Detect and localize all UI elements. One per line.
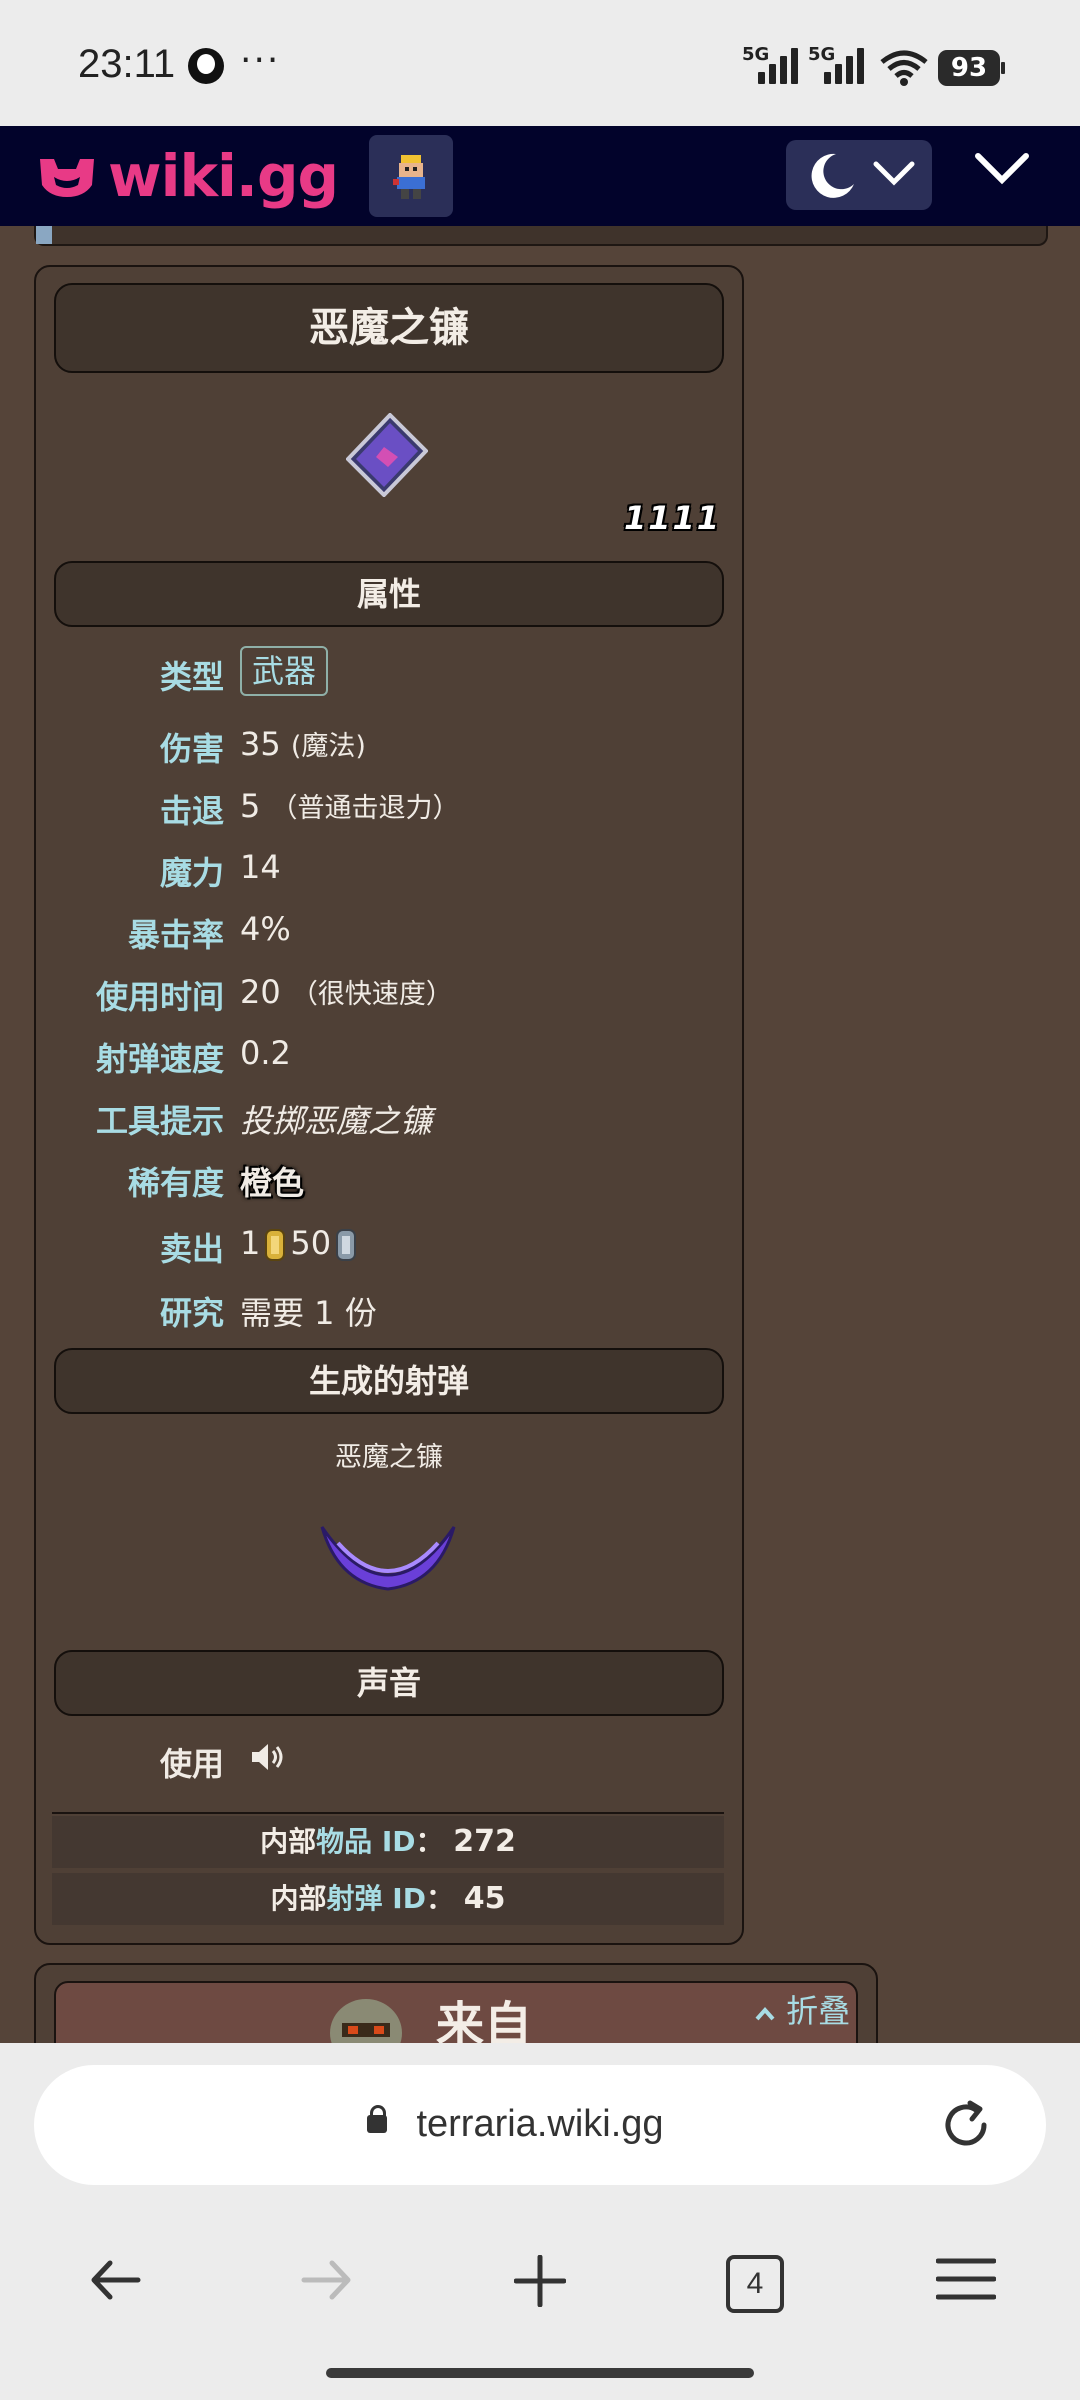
section-projectile: 生成的射弹	[54, 1348, 724, 1414]
internal-projectile-id: 内部射弹 ID： 45	[52, 1873, 724, 1925]
wiki-logo-text: wiki.gg	[108, 142, 339, 210]
user-avatar-button[interactable]	[369, 135, 453, 217]
research-value: 需要 1 份	[240, 1294, 377, 1332]
silver-amount: 50	[290, 1224, 332, 1262]
row-sell: 卖出 1 50	[36, 1224, 742, 1274]
row-label: 暴击率	[127, 916, 224, 954]
wiki-header: wiki.gg	[0, 126, 1080, 226]
silver-coin-icon	[336, 1229, 357, 1261]
row-label: 击退	[159, 792, 224, 830]
new-tab-icon[interactable]	[514, 2255, 566, 2307]
collapse-label: 折叠	[786, 1992, 851, 2030]
row-label: 工具提示	[95, 1102, 224, 1140]
section-sound: 声音	[54, 1650, 724, 1716]
projectile-name: 恶魔之镰	[335, 1442, 443, 1473]
row-research: 研究 需要 1 份	[36, 1288, 742, 1338]
type-tag-link[interactable]: 武器	[240, 646, 329, 696]
status-time: 23:11	[78, 42, 176, 86]
row-value-note: (魔法)	[290, 731, 366, 762]
row-label: 稀有度	[127, 1164, 224, 1202]
moon-icon	[811, 153, 854, 198]
id-value: 272	[453, 1824, 516, 1859]
demon-scythe-projectile-icon	[320, 1526, 456, 1591]
row-label: 使用时间	[95, 978, 224, 1016]
row-tooltip: 工具提示 投掷恶魔之镰	[36, 1096, 742, 1146]
row-label: 类型	[159, 658, 224, 696]
chevron-down-icon	[873, 161, 915, 186]
reload-icon[interactable]	[938, 2097, 994, 2153]
qq-notification-icon	[188, 48, 224, 84]
avatar-icon	[393, 155, 425, 199]
gold-coin-icon	[265, 1229, 286, 1261]
speaker-icon[interactable]	[250, 1741, 286, 1773]
signal-icon	[758, 44, 804, 84]
id-prefix: 内部	[260, 1825, 317, 1858]
row-knockback: 击退 5 （普通击退力）	[36, 786, 742, 836]
item-infobox: 恶魔之镰 1111 属性 类型 武器 伤害 35 (魔法) 击退 5 （普通击退…	[34, 265, 744, 1945]
id-link[interactable]: 物品 ID	[316, 1825, 415, 1858]
row-value: 4%	[240, 910, 291, 948]
id-value: 45	[463, 1881, 506, 1916]
more-notifications-icon: ···	[240, 40, 281, 81]
spell-tome-icon	[346, 413, 428, 497]
row-value: 0.2	[240, 1034, 291, 1072]
menu-chevron-icon[interactable]	[974, 148, 1030, 188]
tab-switcher-button[interactable]: 4	[726, 2255, 784, 2313]
status-bar: 23:11 ··· 5G 5G 93	[0, 0, 1080, 126]
row-value: 5	[240, 787, 261, 825]
row-label: 射弹速度	[95, 1040, 224, 1078]
wifi-icon	[880, 50, 928, 86]
row-rarity: 稀有度 橙色	[36, 1158, 742, 1208]
browser-bottom-bar: terraria.wiki.gg 4	[0, 2043, 1080, 2400]
menu-icon[interactable]	[936, 2255, 996, 2303]
row-label: 魔力	[159, 854, 224, 892]
wiki-logo-icon	[40, 159, 94, 197]
gold-amount: 1	[240, 1224, 261, 1262]
wiki-logo[interactable]: wiki.gg	[34, 142, 339, 210]
collapse-toggle[interactable]: 折叠	[754, 1986, 850, 2032]
item-title: 恶魔之镰	[54, 283, 724, 373]
section-attributes: 属性	[54, 561, 724, 627]
id-colon: ：	[425, 1882, 454, 1915]
id-link[interactable]: 射弹 ID	[327, 1882, 426, 1915]
internal-item-id: 内部物品 ID： 272	[52, 1816, 724, 1868]
row-label: 卖出	[159, 1230, 224, 1268]
row-label: 伤害	[159, 730, 224, 768]
row-crit: 暴击率 4%	[36, 910, 742, 960]
url-text: terraria.wiki.gg	[416, 2103, 664, 2145]
stack-count: 1111	[624, 499, 722, 537]
row-damage: 伤害 35 (魔法)	[36, 724, 742, 774]
row-value-note: （很快速度）	[290, 979, 453, 1010]
signal-icon-2	[824, 44, 870, 84]
back-icon[interactable]	[88, 2255, 142, 2305]
row-value: 投掷恶魔之镰	[240, 1102, 433, 1140]
row-label: 使用	[159, 1745, 224, 1783]
theme-toggle-button[interactable]	[786, 140, 932, 210]
address-bar[interactable]: terraria.wiki.gg	[34, 2065, 1046, 2185]
row-sound-use: 使用	[36, 1739, 742, 1789]
battery-icon: 93	[938, 50, 1005, 86]
row-type: 类型 武器	[36, 646, 742, 702]
previous-box-edge	[34, 226, 1048, 246]
row-value: 14	[240, 848, 281, 886]
source-card: 来自	[34, 1963, 878, 2065]
row-mana: 魔力 14	[36, 848, 742, 898]
forward-icon[interactable]	[300, 2255, 354, 2305]
row-label: 研究	[159, 1294, 224, 1332]
id-prefix: 内部	[270, 1882, 327, 1915]
rarity-value: 橙色	[240, 1164, 305, 1202]
chevron-up-icon	[755, 2006, 775, 2021]
gesture-home-bar[interactable]	[326, 2368, 754, 2378]
row-value: 35	[240, 725, 281, 763]
row-use-time: 使用时间 20 （很快速度）	[36, 972, 742, 1022]
row-value-note: （普通击退力）	[270, 793, 460, 824]
id-colon: ：	[415, 1825, 444, 1858]
row-value: 20	[240, 973, 281, 1011]
row-velocity: 射弹速度 0.2	[36, 1034, 742, 1084]
